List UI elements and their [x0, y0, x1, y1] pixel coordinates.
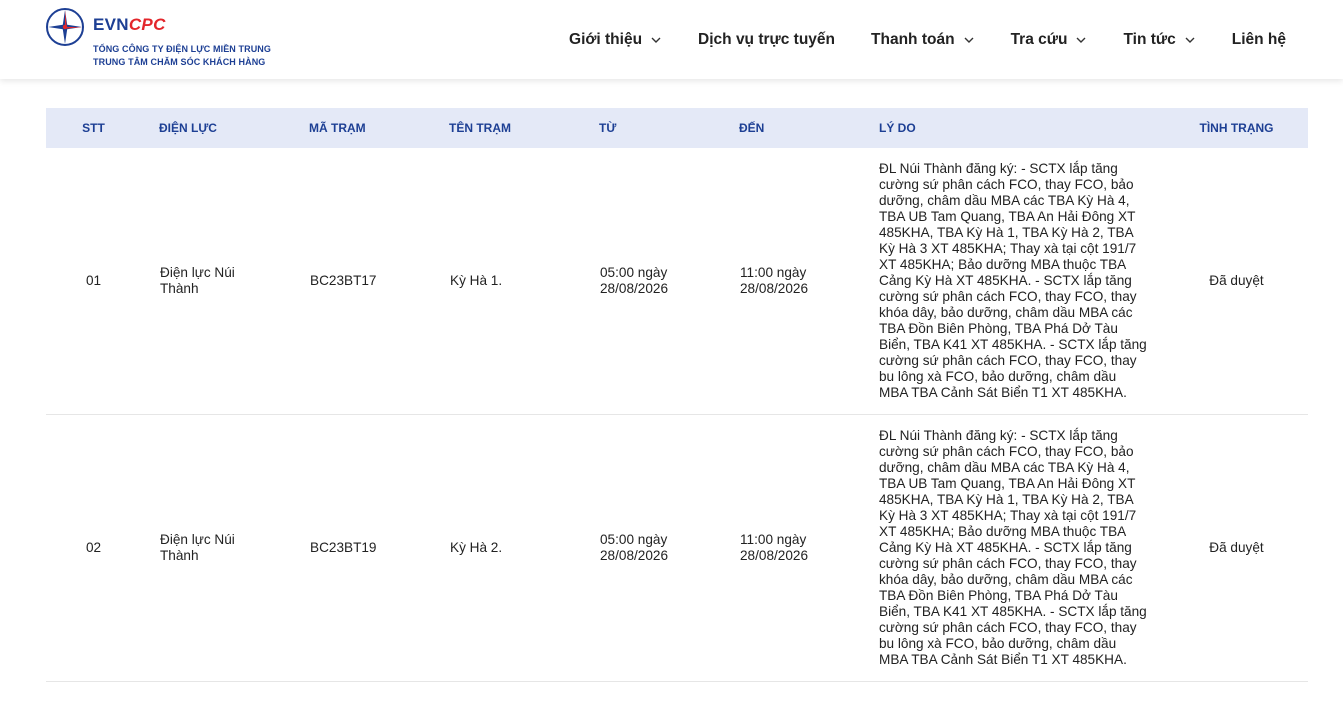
brand-evn: EVN [93, 15, 129, 34]
table-row: 02 Điện lực Núi Thành BC23BT19 Kỳ Hà 2. 05:0… [46, 415, 1308, 682]
outage-schedule-table: STT ĐIỆN LỰC MÃ TRẠM TÊN TRẠM TỪ ĐẾN LÝ … [46, 108, 1308, 682]
brand-cpc: CPC [128, 15, 166, 34]
table-row: 01 Điện lực Núi Thành BC23BT17 Kỳ Hà 1. 05:0… [46, 148, 1308, 415]
chevron-down-icon [1185, 37, 1195, 43]
cell-den-text: 11:00 ngày 28/08/2026 [740, 265, 809, 296]
cell-tu: 05:00 ngày 28/08/2026 [599, 148, 739, 415]
brand-line-1: TỔNG CÔNG TY ĐIỆN LỰC MIỀN TRUNG [93, 44, 272, 54]
table-header-row: STT ĐIỆN LỰC MÃ TRẠM TÊN TRẠM TỪ ĐẾN LÝ … [46, 108, 1308, 148]
cell-stt-text: 01 [85, 273, 102, 288]
cell-dien-luc-text: Điện lực Núi Thành [160, 265, 235, 296]
cell-ly-do: ĐL Núi Thành đăng ký: - SCTX lắp tăng cư… [879, 148, 1169, 415]
cell-tinh-trang: Đã duyệt [1169, 415, 1308, 682]
cell-stt: 01 [46, 148, 159, 415]
cell-tu-text: 05:00 ngày 28/08/2026 [600, 532, 669, 563]
col-header-tu: TỪ [599, 121, 617, 135]
main-nav: Giới thiệu Dịch vụ trực tuyến Thanh toán Tr… [569, 29, 1286, 51]
cell-den: 11:00 ngày 28/08/2026 [739, 415, 879, 682]
cell-ma-tram-text: BC23BT19 [310, 540, 377, 555]
cell-ma-tram: BC23BT17 [309, 148, 449, 415]
cell-ma-tram-text: BC23BT17 [310, 273, 377, 288]
cell-dien-luc: Điện lực Núi Thành [159, 415, 309, 682]
nav-label: Dịch vụ trực tuyến [698, 31, 836, 48]
table-body: 01 Điện lực Núi Thành BC23BT17 Kỳ Hà 1. 05:0… [46, 148, 1308, 682]
evn-star-logo-icon [46, 8, 84, 46]
col-header-tinh-trang: TÌNH TRẠNG [1199, 121, 1274, 135]
col-header-stt: STT [82, 121, 105, 135]
nav-label: Giới thiệu [569, 31, 643, 48]
chevron-down-icon [1076, 37, 1086, 43]
cell-ly-do-text: ĐL Núi Thành đăng ký: - SCTX lắp tăng cư… [879, 428, 1147, 667]
chevron-down-icon [651, 37, 661, 43]
cell-dien-luc: Điện lực Núi Thành [159, 148, 309, 415]
cell-ten-tram: Kỳ Hà 1. [449, 148, 599, 415]
nav-label: Liên hệ [1231, 31, 1286, 48]
cell-ten-tram-text: Kỳ Hà 2. [450, 540, 503, 555]
col-header-dien-luc: ĐIỆN LỰC [159, 121, 217, 135]
cell-ten-tram: Kỳ Hà 2. [449, 415, 599, 682]
cell-ly-do: ĐL Núi Thành đăng ký: - SCTX lắp tăng cư… [879, 415, 1169, 682]
nav-thanh-toan[interactable]: Thanh toán [871, 31, 975, 49]
chevron-down-icon [964, 37, 974, 43]
col-header-ly-do: LÝ DO [879, 121, 916, 135]
cell-stt: 02 [46, 415, 159, 682]
col-header-ten-tram: TÊN TRẠM [449, 121, 511, 135]
nav-tra-cuu[interactable]: Tra cứu [1011, 31, 1088, 49]
site-header: EVNCPC TỔNG CÔNG TY ĐIỆN LỰC MIỀN TRUNG … [0, 0, 1343, 79]
cell-tinh-trang-text: Đã duyệt [1209, 273, 1264, 288]
cell-tinh-trang-text: Đã duyệt [1209, 540, 1264, 555]
cell-den-text: 11:00 ngày 28/08/2026 [740, 532, 809, 563]
cell-tinh-trang: Đã duyệt [1169, 148, 1308, 415]
cell-tu-text: 05:00 ngày 28/08/2026 [600, 265, 669, 296]
nav-label: Thanh toán [871, 31, 955, 48]
brand-line-2: TRUNG TÂM CHĂM SÓC KHÁCH HÀNG [93, 57, 266, 67]
nav-dich-vu-truc-tuyen[interactable]: Dịch vụ trực tuyến [698, 31, 835, 49]
nav-tin-tuc[interactable]: Tin tức [1123, 31, 1195, 49]
cell-tu: 05:00 ngày 28/08/2026 [599, 415, 739, 682]
cell-den: 11:00 ngày 28/08/2026 [739, 148, 879, 415]
col-header-ma-tram: MÃ TRẠM [309, 121, 366, 135]
nav-label: Tin tức [1123, 31, 1176, 48]
nav-label: Tra cứu [1010, 31, 1068, 48]
nav-lien-he[interactable]: Liên hệ [1232, 31, 1286, 49]
cell-ma-tram: BC23BT19 [309, 415, 449, 682]
cell-ten-tram-text: Kỳ Hà 1. [450, 273, 503, 288]
nav-gioi-thieu[interactable]: Giới thiệu [569, 31, 662, 49]
cell-ly-do-text: ĐL Núi Thành đăng ký: - SCTX lắp tăng cư… [879, 161, 1147, 400]
cell-stt-text: 02 [85, 540, 102, 555]
col-header-den: ĐẾN [739, 121, 765, 135]
table-header: STT ĐIỆN LỰC MÃ TRẠM TÊN TRẠM TỪ ĐẾN LÝ … [46, 108, 1308, 148]
evncpc-logo[interactable]: EVNCPC TỔNG CÔNG TY ĐIỆN LỰC MIỀN TRUNG … [45, 7, 285, 71]
cell-dien-luc-text: Điện lực Núi Thành [160, 532, 235, 563]
brand-wordmark: EVNCPC [93, 15, 166, 35]
